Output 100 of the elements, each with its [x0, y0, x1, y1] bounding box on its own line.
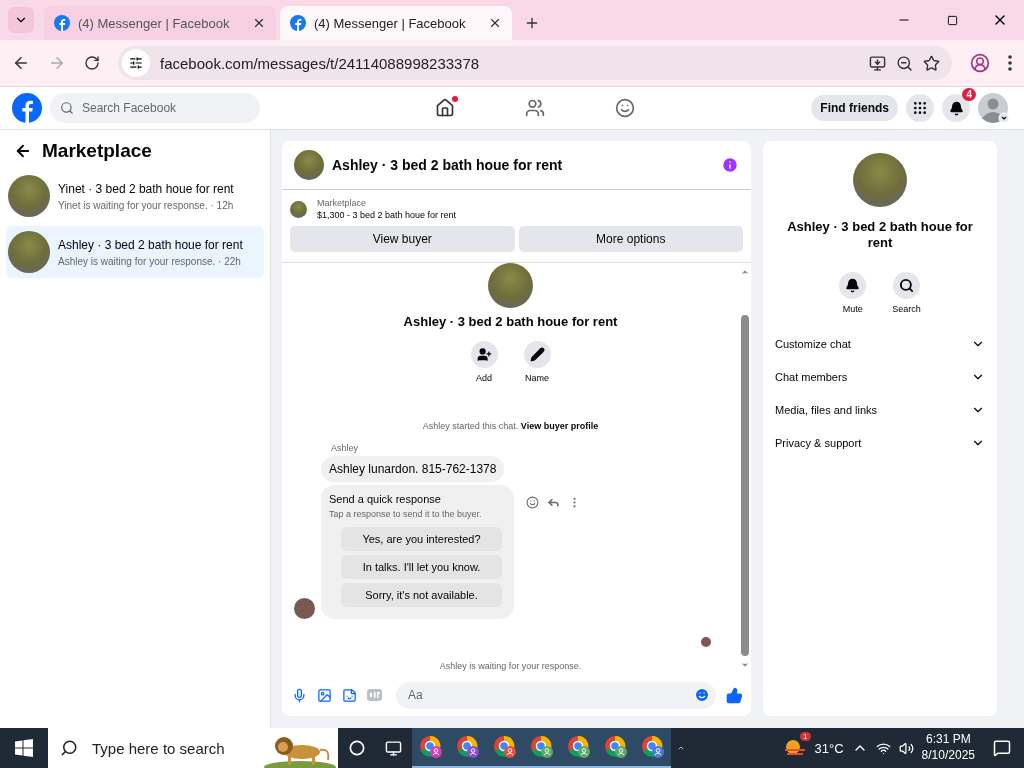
react-button[interactable] — [526, 495, 539, 509]
speech-bubble-icon — [992, 739, 1011, 757]
conversation-item[interactable]: Ashley · 3 bed 2 bath houe for rent Ashley is waiting for your response. · 22h — [6, 226, 264, 278]
read-receipt-avatar — [701, 637, 711, 647]
windows-icon — [15, 739, 33, 757]
notification-badge: 4 — [962, 88, 976, 101]
restore-icon — [946, 14, 958, 26]
microphone-button[interactable] — [292, 687, 307, 703]
browser-icon — [566, 735, 591, 759]
reload-button[interactable] — [84, 55, 100, 71]
view-profile-link[interactable]: View buyer profile — [520, 421, 599, 431]
facebook-icon — [54, 15, 70, 31]
conversation-item[interactable]: Yinet · 3 bed 2 bath houe for rent Yinet is waiting for your response. · 12h — [6, 170, 264, 222]
sticker-icon — [342, 687, 357, 703]
search-bar[interactable]: Search Facebook — [50, 93, 260, 123]
status-text: Ashley is waiting for your response. — [439, 661, 582, 671]
browser-menu-button[interactable] — [1008, 55, 1012, 71]
close-tab-button[interactable] — [488, 16, 502, 30]
smiley-icon — [526, 495, 539, 509]
taskbar-app[interactable] — [412, 728, 449, 768]
details-title: Ashley · 3 bed 2 bath houe for rent — [786, 219, 974, 252]
conversation-name: Yinet · 3 bed 2 bath houe for rent — [58, 181, 234, 196]
find-friends-button[interactable]: Find friends — [811, 95, 898, 121]
scroll-up-arrow[interactable] — [740, 267, 750, 277]
pencil-icon — [529, 347, 545, 362]
profile-button[interactable] — [970, 53, 990, 73]
home-icon — [435, 98, 455, 118]
quick-response-button[interactable]: Yes, are you interested? — [341, 527, 502, 551]
sender-name: Ashley — [330, 443, 358, 453]
conversation-preview: Yinet is waiting for your response. · 12h — [58, 199, 234, 211]
quick-response-subtitle: Tap a response to send it to the buyer. — [329, 509, 483, 519]
browser-icon — [529, 735, 554, 759]
reload-icon — [84, 55, 100, 71]
zoom-out-icon — [896, 54, 913, 72]
message-input[interactable]: Aa — [406, 687, 694, 703]
tab-title: (4) Messenger | Facebook — [314, 15, 467, 31]
action-button[interactable]: More options — [518, 226, 743, 252]
weather-icon[interactable] — [782, 738, 807, 758]
taskbar-search-bar[interactable]: Type here to search — [48, 728, 338, 768]
menu-icon — [1008, 55, 1012, 71]
tab-title: (4) Messenger | Facebook — [78, 15, 231, 31]
details-section[interactable]: Media, files and links — [775, 393, 985, 427]
quick-response-button[interactable]: In talks. I'll let you know. — [341, 555, 502, 579]
bookmark-button[interactable] — [923, 54, 940, 72]
details-section[interactable]: Privacy & support — [775, 426, 985, 460]
zoom-button[interactable] — [896, 54, 913, 72]
conversation-name: Ashley · 3 bed 2 bath houe for rent — [58, 237, 243, 252]
account-avatar[interactable] — [978, 93, 1012, 123]
install-app-button[interactable] — [869, 54, 886, 72]
scrollbar-thumb[interactable] — [741, 315, 749, 656]
people-icon — [525, 98, 545, 118]
bell-icon — [845, 277, 861, 293]
volume-icon[interactable] — [898, 740, 914, 756]
new-tab-button[interactable] — [524, 15, 540, 31]
task-view-icon — [385, 739, 402, 757]
plus-icon — [524, 15, 540, 31]
facebook-icon — [290, 15, 306, 31]
image-icon — [317, 687, 332, 703]
close-icon — [252, 16, 266, 30]
site-info-button[interactable] — [122, 49, 150, 77]
browser-icon — [492, 735, 517, 759]
close-tab-button[interactable] — [252, 16, 266, 30]
tab-list-button[interactable] — [8, 7, 34, 33]
info-button[interactable] — [721, 156, 739, 174]
message-bubble: Ashley lunardon. 815-762-1378 — [321, 456, 505, 482]
temperature: 31°C — [814, 740, 844, 756]
menu-button[interactable] — [906, 94, 934, 122]
browser-tab[interactable]: (4) Messenger | Facebook — [44, 6, 276, 40]
circle-icon — [348, 740, 365, 756]
facebook-logo[interactable] — [12, 93, 42, 123]
clock[interactable]: 6:31 PM 8/10/2025 — [921, 732, 975, 764]
like-button[interactable] — [726, 686, 743, 704]
browser-icon — [455, 735, 480, 759]
quick-response-title: Send a quick response — [329, 493, 442, 505]
system-message: Ashley started this chat. View buyer profile — [422, 421, 599, 431]
action-button[interactable]: View buyer — [290, 226, 515, 252]
browser-tab[interactable]: (4) Messenger | Facebook — [280, 6, 512, 40]
sliders-icon — [129, 56, 143, 70]
emoji-icon — [694, 687, 710, 703]
photo-button[interactable] — [317, 687, 332, 703]
notification-dot — [452, 96, 458, 102]
photo-placeholder — [8, 231, 50, 273]
back-button[interactable] — [12, 54, 30, 72]
scroll-down-arrow[interactable] — [740, 660, 750, 670]
quick-response-button[interactable]: Sorry, it's not available. — [341, 583, 502, 607]
details-section[interactable]: Customize chat — [775, 327, 985, 361]
network-icon[interactable] — [875, 740, 891, 756]
back-button[interactable] — [14, 142, 32, 160]
search-field[interactable]: Search Facebook — [80, 100, 240, 116]
details-section[interactable]: Chat members — [775, 360, 985, 394]
sticker-button[interactable] — [342, 687, 357, 703]
microphone-icon — [292, 687, 307, 703]
sidebar-title: Marketplace — [42, 140, 152, 162]
taskbar-app[interactable] — [634, 728, 671, 768]
photo-placeholder — [290, 200, 307, 218]
listing-label: Marketplace — [317, 198, 368, 208]
message-bar[interactable]: Aa — [396, 681, 716, 709]
photo-placeholder — [853, 153, 907, 207]
add-person-icon — [476, 347, 492, 362]
photo-placeholder — [8, 175, 50, 217]
